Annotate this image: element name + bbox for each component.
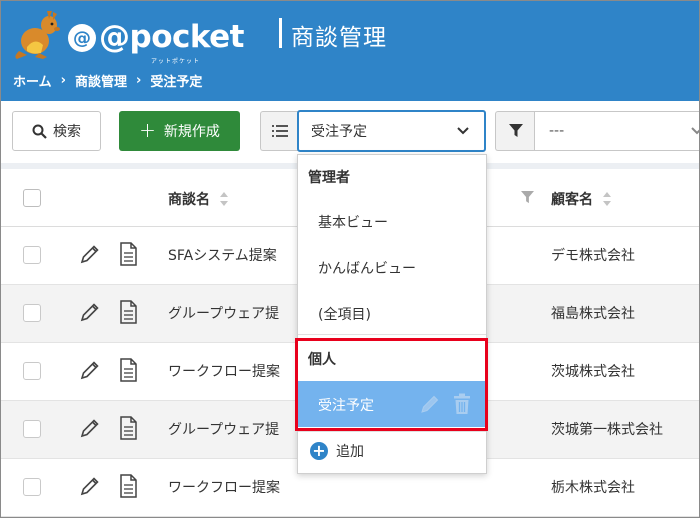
selected-view-label: 受注予定 <box>318 398 374 414</box>
column-filter-icon[interactable] <box>521 191 534 204</box>
dropdown-group-personal: 個人 <box>308 352 336 368</box>
view-select-value: 受注予定 <box>311 124 367 140</box>
breadcrumb-deals[interactable]: 商談管理 <box>75 71 127 90</box>
svg-text:@: @ <box>73 28 91 49</box>
app-header: @ @pocket アットポケット 商談管理 ホーム › 商談管理 › 受注予定 <box>1 1 699 101</box>
kangaroo-logo-icon <box>15 11 60 59</box>
deal-name[interactable]: グループウェア提 <box>168 303 279 323</box>
row-checkbox[interactable] <box>23 478 41 496</box>
dropdown-item-selected-view[interactable]: 受注予定 <box>298 381 486 427</box>
chevron-down-icon <box>457 127 469 135</box>
deal-name[interactable]: SFAシステム提案 <box>168 245 277 265</box>
pencil-icon[interactable] <box>79 417 101 439</box>
dropdown-item-basic-view[interactable]: 基本ビュー <box>318 212 388 232</box>
new-button[interactable]: + 新規作成 <box>119 111 240 151</box>
logo-subtext: アットポケット <box>151 58 201 65</box>
sort-icon[interactable] <box>220 192 228 206</box>
row-checkbox[interactable] <box>23 420 41 438</box>
deal-name[interactable]: ワークフロー提案 <box>168 361 280 381</box>
chevron-down-icon <box>691 127 699 135</box>
pencil-icon[interactable] <box>419 393 441 415</box>
title-divider <box>279 18 282 48</box>
breadcrumb-current: 受注予定 <box>150 75 203 90</box>
logo-text: @pocket <box>99 19 245 55</box>
at-logo-icon: @ <box>68 24 96 52</box>
dropdown-group-admin: 管理者 <box>308 170 350 186</box>
dropdown-divider <box>298 431 486 432</box>
view-select[interactable]: 受注予定 <box>297 110 486 152</box>
pencil-icon[interactable] <box>79 475 101 497</box>
view-dropdown-menu: 管理者 基本ビュー かんばんビュー (全項目) 個人 受注予定 + 追加 <box>297 154 487 474</box>
filter-icon-box <box>495 111 535 151</box>
deal-name[interactable]: グループウェア提 <box>168 419 279 439</box>
breadcrumb-home[interactable]: ホーム <box>13 71 52 90</box>
breadcrumb: ホーム › 商談管理 › 受注予定 <box>13 71 202 90</box>
customer-name[interactable]: 福島株式会社 <box>551 303 635 323</box>
filter-select[interactable]: --- <box>534 111 699 151</box>
search-icon <box>32 124 47 139</box>
column-header-customer[interactable]: 顧客名 <box>551 189 611 209</box>
customer-name[interactable]: デモ株式会社 <box>551 245 635 265</box>
document-icon[interactable] <box>118 474 138 498</box>
customer-name[interactable]: 茨城株式会社 <box>551 361 635 381</box>
document-icon[interactable] <box>118 300 138 324</box>
add-circle-icon: + <box>310 442 328 460</box>
row-checkbox[interactable] <box>23 246 41 264</box>
breadcrumb-separator-icon: › <box>60 73 66 88</box>
document-icon[interactable] <box>118 416 138 440</box>
app-window: @ @pocket アットポケット 商談管理 ホーム › 商談管理 › 受注予定… <box>0 0 700 518</box>
plus-icon: + <box>139 118 156 142</box>
column-name-label: 商談名 <box>168 192 210 208</box>
pencil-icon[interactable] <box>79 359 101 381</box>
list-icon <box>271 125 288 137</box>
customer-name[interactable]: 栃木株式会社 <box>551 477 635 497</box>
dropdown-item-kanban-view[interactable]: かんばんビュー <box>318 258 416 278</box>
breadcrumb-separator-icon: › <box>136 73 142 88</box>
document-icon[interactable] <box>118 358 138 382</box>
select-all-checkbox[interactable] <box>23 189 41 207</box>
column-customer-label: 顧客名 <box>551 192 593 208</box>
add-view-label: 追加 <box>336 444 364 460</box>
document-icon[interactable] <box>118 242 138 266</box>
new-button-label: 新規作成 <box>163 124 220 140</box>
filter-icon <box>508 124 523 137</box>
row-checkbox[interactable] <box>23 362 41 380</box>
add-view-button[interactable]: + 追加 <box>310 441 364 461</box>
page-title: 商談管理 <box>291 25 387 51</box>
view-list-icon-box <box>260 111 298 151</box>
sort-icon[interactable] <box>603 192 611 206</box>
deal-name[interactable]: ワークフロー提案 <box>168 477 280 497</box>
search-button[interactable]: 検索 <box>12 111 101 151</box>
column-header-name[interactable]: 商談名 <box>168 189 228 209</box>
trash-icon[interactable] <box>452 393 472 415</box>
row-checkbox[interactable] <box>23 304 41 322</box>
dropdown-divider <box>298 334 486 335</box>
customer-name[interactable]: 茨城第一株式会社 <box>551 419 663 439</box>
filter-select-value: --- <box>549 123 565 139</box>
pencil-icon[interactable] <box>79 301 101 323</box>
search-button-label: 検索 <box>53 124 81 140</box>
dropdown-item-all-fields[interactable]: (全項目) <box>318 304 371 324</box>
pencil-icon[interactable] <box>79 243 101 265</box>
